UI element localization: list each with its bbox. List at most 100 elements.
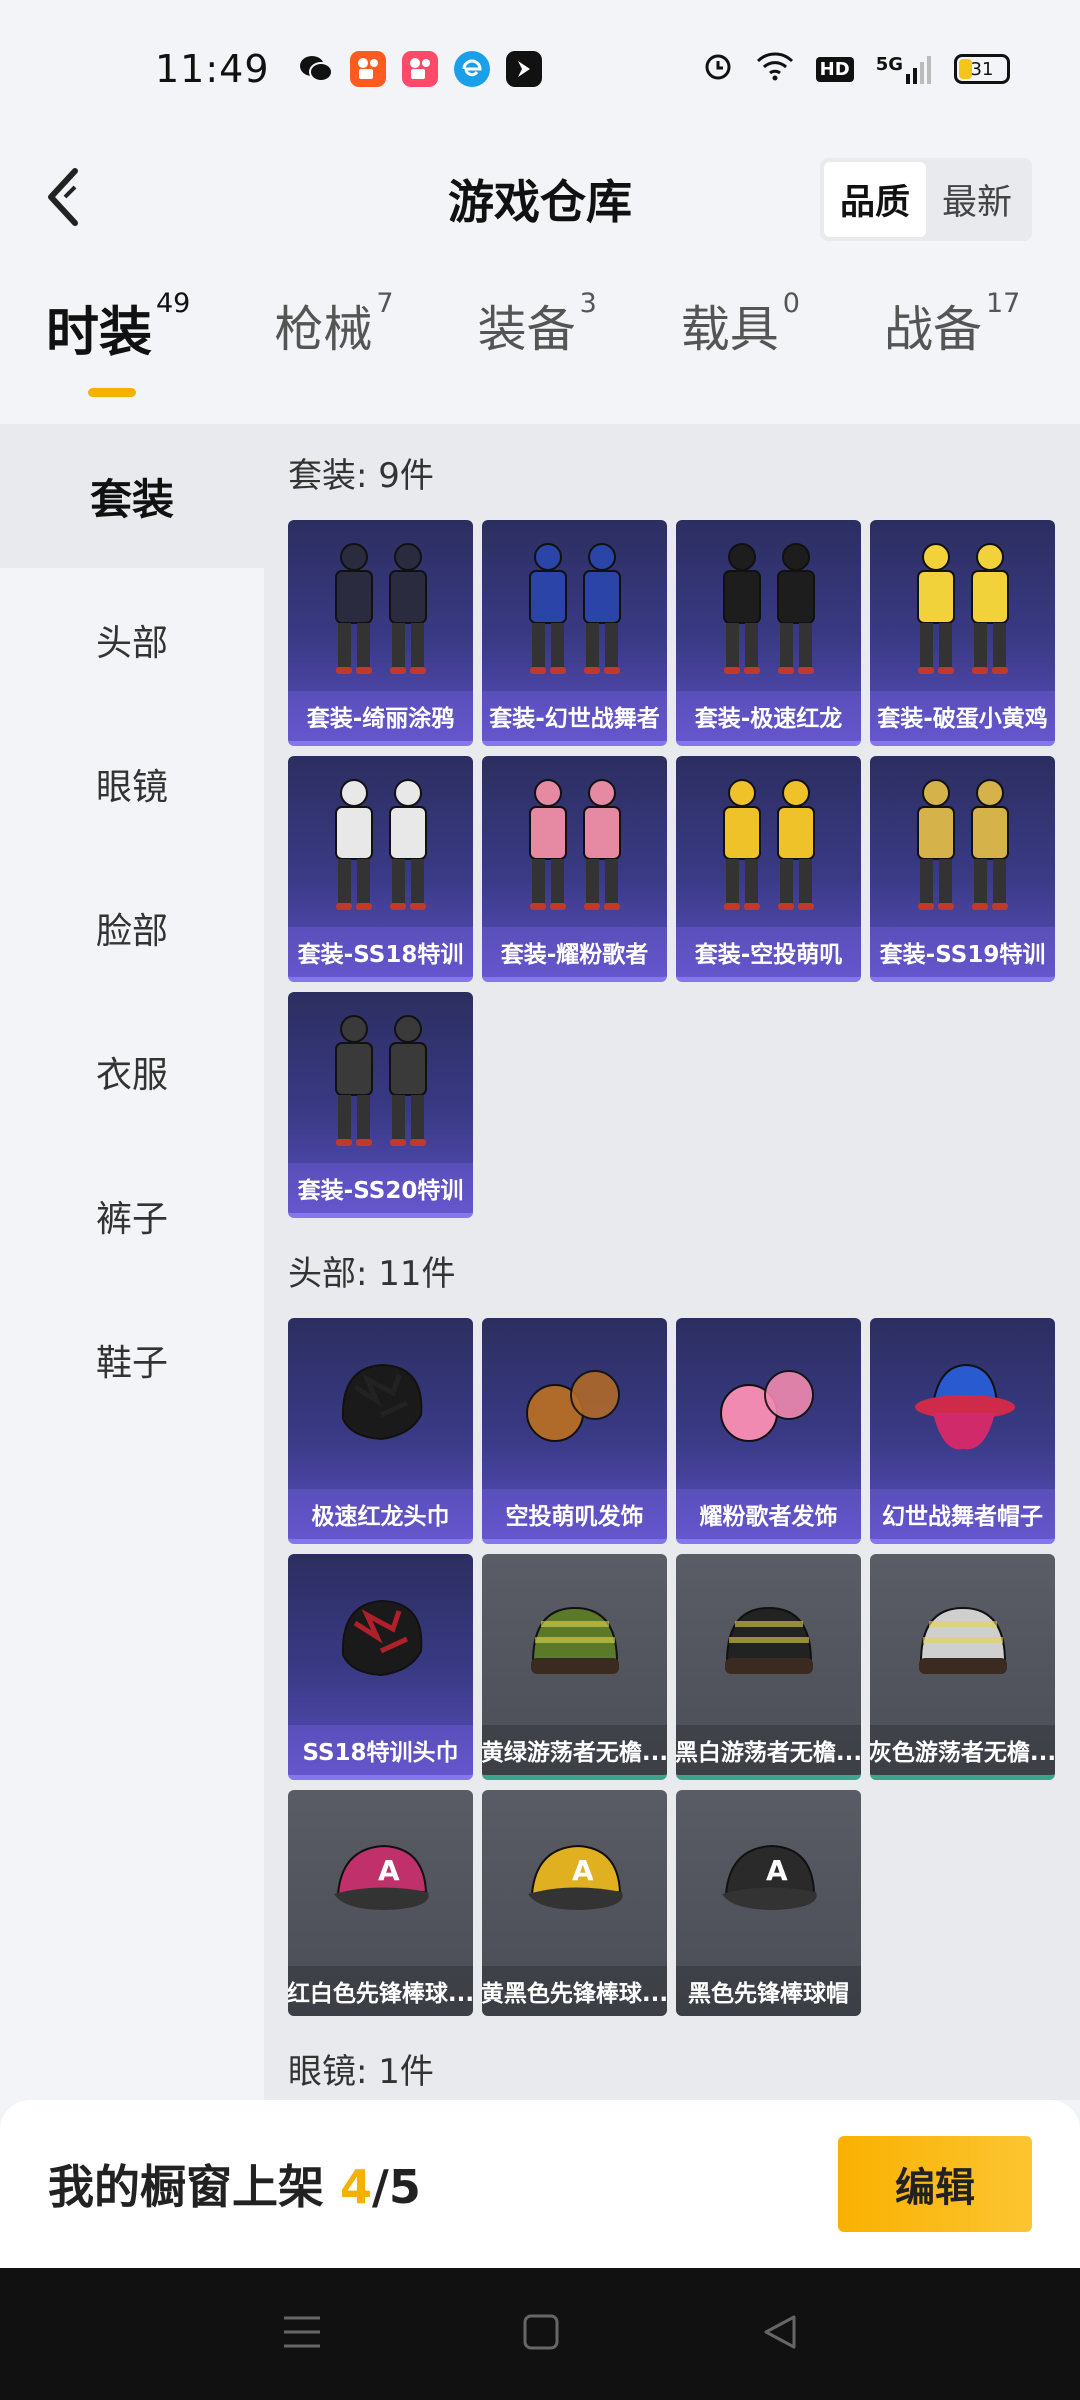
outfit-icon [676, 766, 861, 926]
section-title-head: 头部: 11件 [288, 1253, 456, 1294]
tab-label: 载具 [680, 301, 779, 358]
sidebar-item-clothes[interactable]: 衣服 [0, 1000, 264, 1144]
battery-level: 31 [970, 58, 994, 80]
item-label: 空投萌叽发饰 [482, 1489, 667, 1539]
alarm-icon [702, 50, 734, 89]
item-label: 极速红龙头巾 [288, 1489, 473, 1539]
helmet-icon [288, 1328, 473, 1488]
item-card[interactable]: 空投萌叽发饰 [482, 1318, 667, 1544]
item-label: 套装-耀粉歌者 [482, 927, 667, 977]
active-tab-indicator [88, 388, 136, 397]
tab-guns[interactable]: 枪械 7 [274, 288, 394, 400]
app-icon [505, 51, 542, 87]
item-card[interactable]: 幻世战舞者帽子 [870, 1318, 1055, 1544]
category-sidebar: 套装 头部 眼镜 脸部 衣服 裤子 鞋子 [0, 424, 264, 2100]
item-card[interactable]: 套装-破蛋小黄鸡 [870, 520, 1055, 746]
showcase-bar: 我的橱窗上架 4/5 编辑 [0, 2100, 1080, 2268]
cap-icon: A [288, 1800, 473, 1960]
outfit-icon [288, 530, 473, 690]
item-label: 黑白游荡者无檐... [676, 1725, 861, 1775]
tab-equipment[interactable]: 装备 3 [478, 288, 597, 400]
cap-icon: A [482, 1800, 667, 1960]
sidebar-item-face[interactable]: 脸部 [0, 856, 264, 1000]
browser-icon [453, 51, 490, 87]
category-tabs: 时装 49 枪械 7 装备 3 载具 0 战备 17 [0, 288, 1080, 420]
tab-label: 时装 [46, 302, 152, 363]
kuaishou-icon [401, 51, 438, 87]
item-card[interactable]: 黑白游荡者无檐... [676, 1554, 861, 1780]
item-label: SS18特训头巾 [288, 1725, 473, 1775]
outfit-grid: 套装-绮丽涂鸦 套装-幻世战舞者 套装-极速红龙 套装-破蛋小黄鸡 套装-SS18特训套… [288, 520, 1080, 1218]
item-label: 套装-SS20特训 [288, 1163, 473, 1213]
outfit-icon [288, 766, 473, 926]
item-card[interactable]: 套装-绮丽涂鸦 [288, 520, 473, 746]
item-card[interactable]: SS18特训头巾 [288, 1554, 473, 1780]
hd-icon: HD [815, 56, 854, 82]
showcase-current: 4 [340, 2160, 373, 2214]
item-card[interactable]: 套装-空投萌叽 [676, 756, 861, 982]
outfit-icon [482, 530, 667, 690]
item-card[interactable]: 套装-SS19特训 [870, 756, 1055, 982]
sidebar-item-outfit[interactable]: 套装 [0, 424, 264, 568]
item-card[interactable]: 极速红龙头巾 [288, 1318, 473, 1544]
outfit-icon [870, 530, 1055, 690]
status-bar: 11:49 HD 5G 31 [0, 0, 1080, 138]
menu-icon[interactable] [282, 2314, 322, 2354]
sort-quality-option[interactable]: 品质 [823, 162, 926, 237]
item-card[interactable]: A 红白色先锋棒球... [288, 1790, 473, 2016]
cap-icon: A [676, 1800, 861, 1960]
item-card[interactable]: 套装-极速红龙 [676, 520, 861, 746]
outfit-icon [676, 530, 861, 690]
item-card[interactable]: 耀粉歌者发饰 [676, 1318, 861, 1544]
item-card[interactable]: 套装-SS18特训 [288, 756, 473, 982]
bandana-icon [288, 1564, 473, 1724]
home-icon[interactable] [522, 2313, 560, 2355]
item-card[interactable]: A 黑色先锋棒球帽 [676, 1790, 861, 2016]
item-card[interactable]: 灰色游荡者无檐... [870, 1554, 1055, 1780]
back-icon[interactable] [760, 2313, 798, 2355]
network-type: 5G [875, 54, 903, 75]
item-label: 幻世战舞者帽子 [870, 1489, 1055, 1539]
status-indicators: HD 5G 31 [702, 50, 1010, 89]
wifi-icon [756, 51, 794, 88]
battery-icon: 31 [954, 54, 1010, 84]
tab-count: 3 [579, 288, 597, 319]
tab-label: 战备 [883, 301, 982, 358]
showcase-status: 我的橱窗上架 4/5 [48, 2151, 421, 2217]
sort-newest-option[interactable]: 最新 [926, 162, 1028, 237]
beanie-icon [482, 1564, 667, 1724]
tab-label: 枪械 [274, 301, 373, 358]
item-label: 套装-SS18特训 [288, 927, 473, 977]
tab-count: 49 [156, 288, 191, 319]
item-card[interactable]: A 黄黑色先锋棒球... [482, 1790, 667, 2016]
item-label: 套装-绮丽涂鸦 [288, 691, 473, 741]
sidebar-item-shoes[interactable]: 鞋子 [0, 1288, 264, 1432]
sidebar-item-head[interactable]: 头部 [0, 568, 264, 712]
tab-count: 7 [376, 288, 394, 319]
tab-fashion[interactable]: 时装 49 [46, 288, 191, 400]
tab-supplies[interactable]: 战备 17 [883, 288, 1020, 400]
item-label: 套装-破蛋小黄鸡 [870, 691, 1055, 741]
item-card[interactable]: 黄绿游荡者无檐... [482, 1554, 667, 1780]
sidebar-item-pants[interactable]: 裤子 [0, 1144, 264, 1288]
hair-icon [482, 1328, 667, 1488]
item-label: 灰色游荡者无檐... [870, 1725, 1055, 1775]
system-nav-bar [0, 2268, 1080, 2400]
outfit-icon [482, 766, 667, 926]
showcase-separator: / [372, 2160, 389, 2214]
hair-icon [676, 1328, 861, 1488]
sidebar-item-glasses[interactable]: 眼镜 [0, 712, 264, 856]
tab-vehicles[interactable]: 载具 0 [680, 288, 800, 400]
item-label: 黑色先锋棒球帽 [676, 1966, 861, 2016]
item-card[interactable]: 套装-幻世战舞者 [482, 520, 667, 746]
kuaishou-icon [349, 51, 386, 87]
item-list[interactable]: 套装: 9件 套装-绮丽涂鸦 套装-幻世战舞者 套装-极速红龙 套装-破蛋小黄鸡 套装-… [264, 424, 1080, 2100]
svg-text:A: A [378, 1854, 400, 1887]
item-card[interactable]: 套装-耀粉歌者 [482, 756, 667, 982]
showcase-label: 我的橱窗上架 [48, 2160, 341, 2214]
item-label: 黄绿游荡者无檐... [482, 1725, 667, 1775]
item-label: 套装-幻世战舞者 [482, 691, 667, 741]
edit-button[interactable]: 编辑 [838, 2136, 1032, 2232]
item-card[interactable]: 套装-SS20特训 [288, 992, 473, 1218]
item-label: 耀粉歌者发饰 [676, 1489, 861, 1539]
